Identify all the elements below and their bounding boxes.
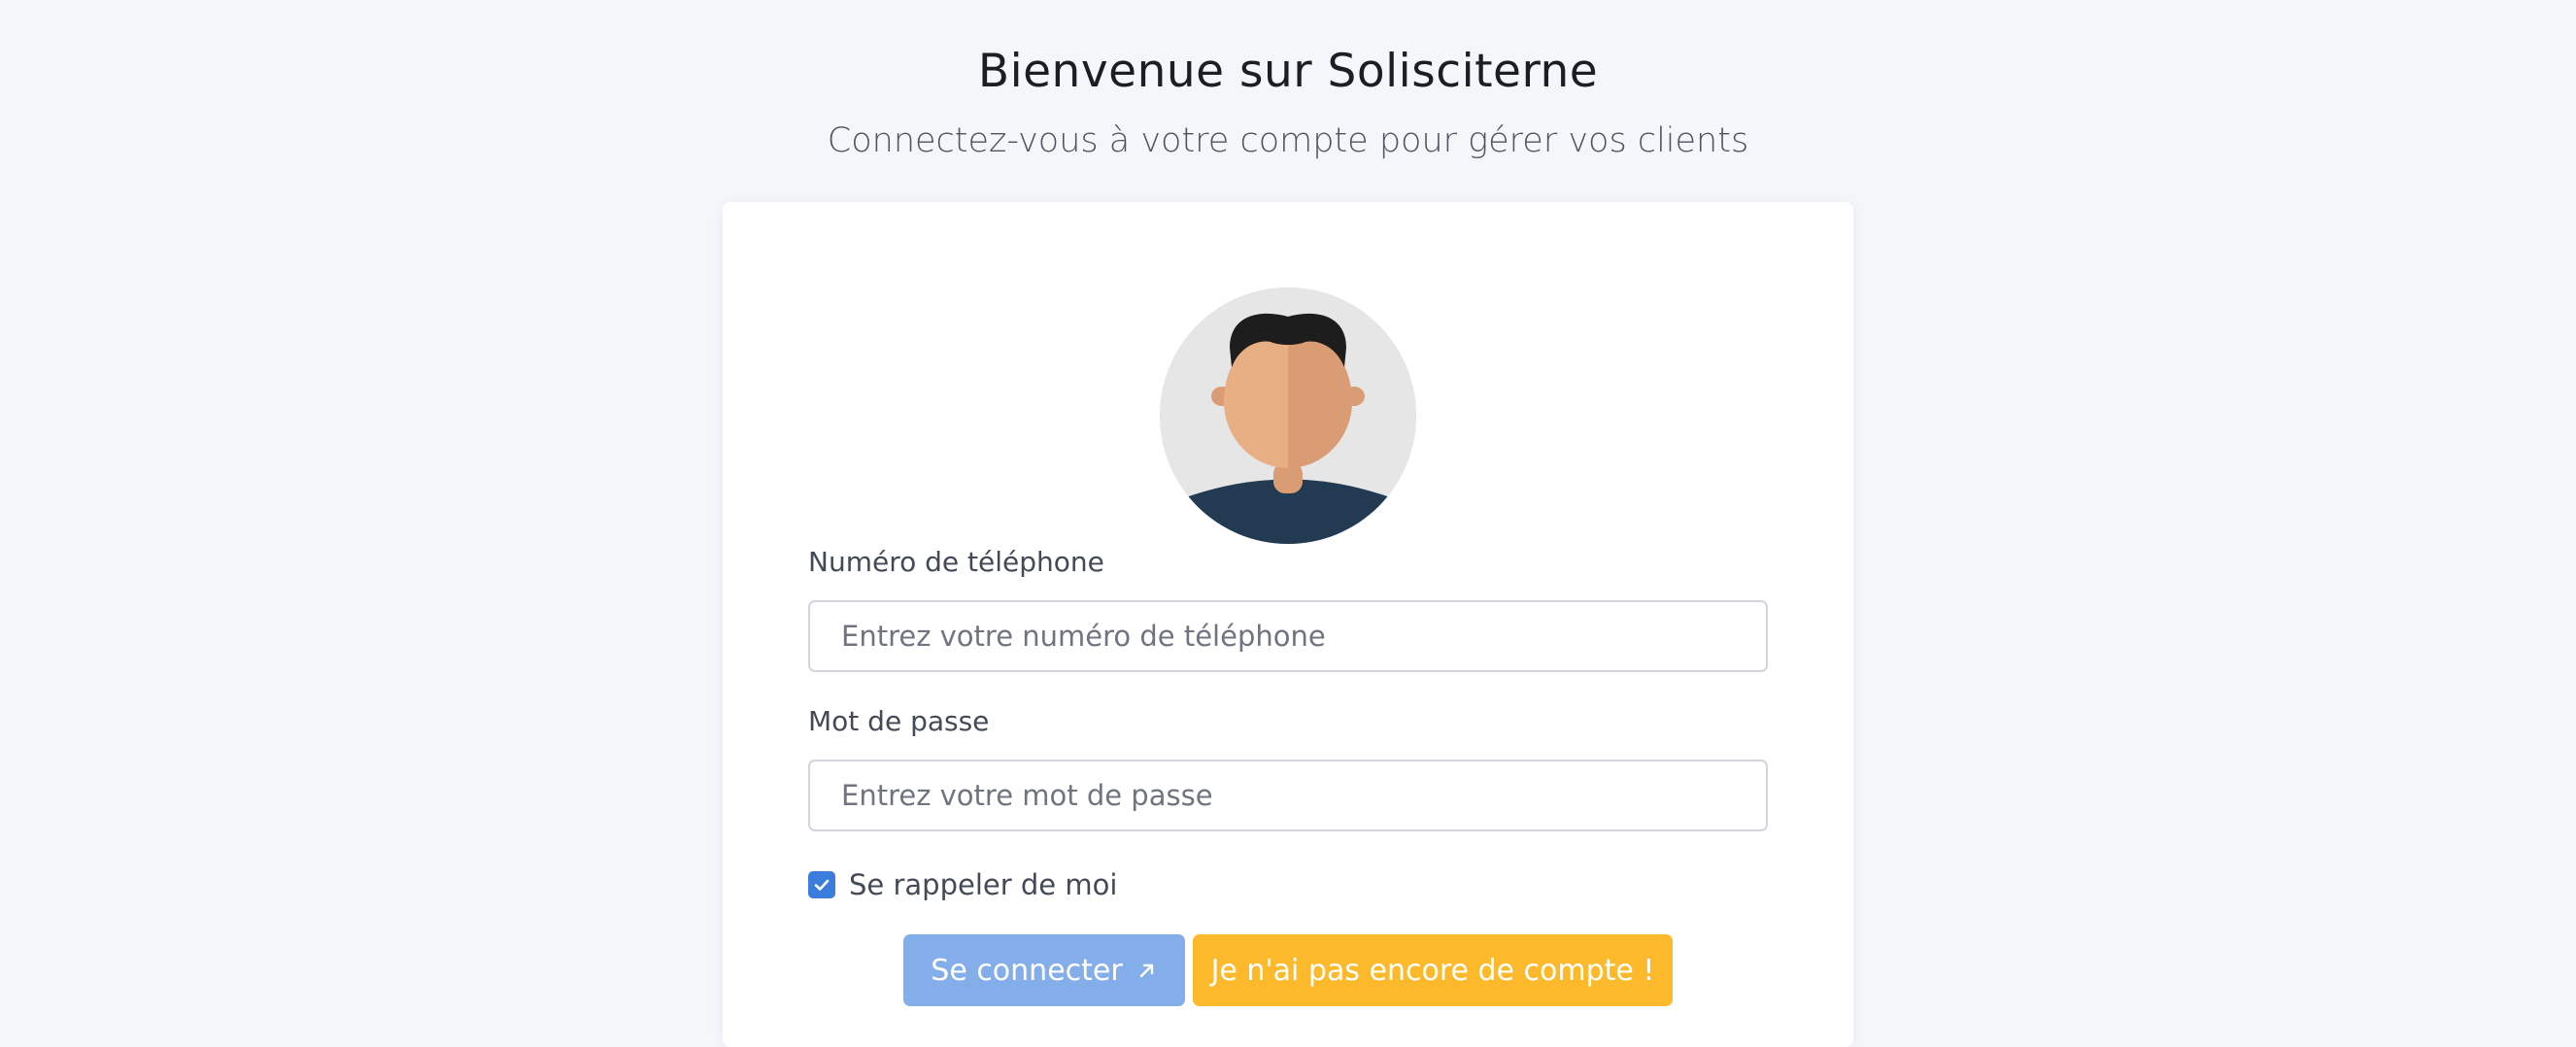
phone-label: Numéro de téléphone <box>808 546 1104 578</box>
remember-me-row: Se rappeler de moi <box>808 866 1117 903</box>
phone-input[interactable] <box>808 600 1768 672</box>
login-button[interactable]: Se connecter <box>903 934 1185 1006</box>
signup-button-label: Je n'ai pas encore de compte ! <box>1210 953 1655 988</box>
check-icon <box>814 879 830 891</box>
arrow-up-right-icon <box>1139 963 1153 978</box>
login-button-label: Se connecter <box>931 953 1123 988</box>
remember-me-label[interactable]: Se rappeler de moi <box>849 868 1117 901</box>
user-avatar-icon <box>1160 287 1416 544</box>
password-label: Mot de passe <box>808 705 990 737</box>
password-input[interactable] <box>808 760 1768 831</box>
signup-button[interactable]: Je n'ai pas encore de compte ! <box>1193 934 1673 1006</box>
login-card: Numéro de téléphone Mot de passe Se rapp… <box>723 202 1853 1047</box>
page-title: Bienvenue sur Solisciterne <box>977 45 1599 98</box>
remember-me-checkbox[interactable] <box>808 871 835 898</box>
page-subtitle: Connectez-vous à votre compte pour gérer… <box>827 121 1749 160</box>
